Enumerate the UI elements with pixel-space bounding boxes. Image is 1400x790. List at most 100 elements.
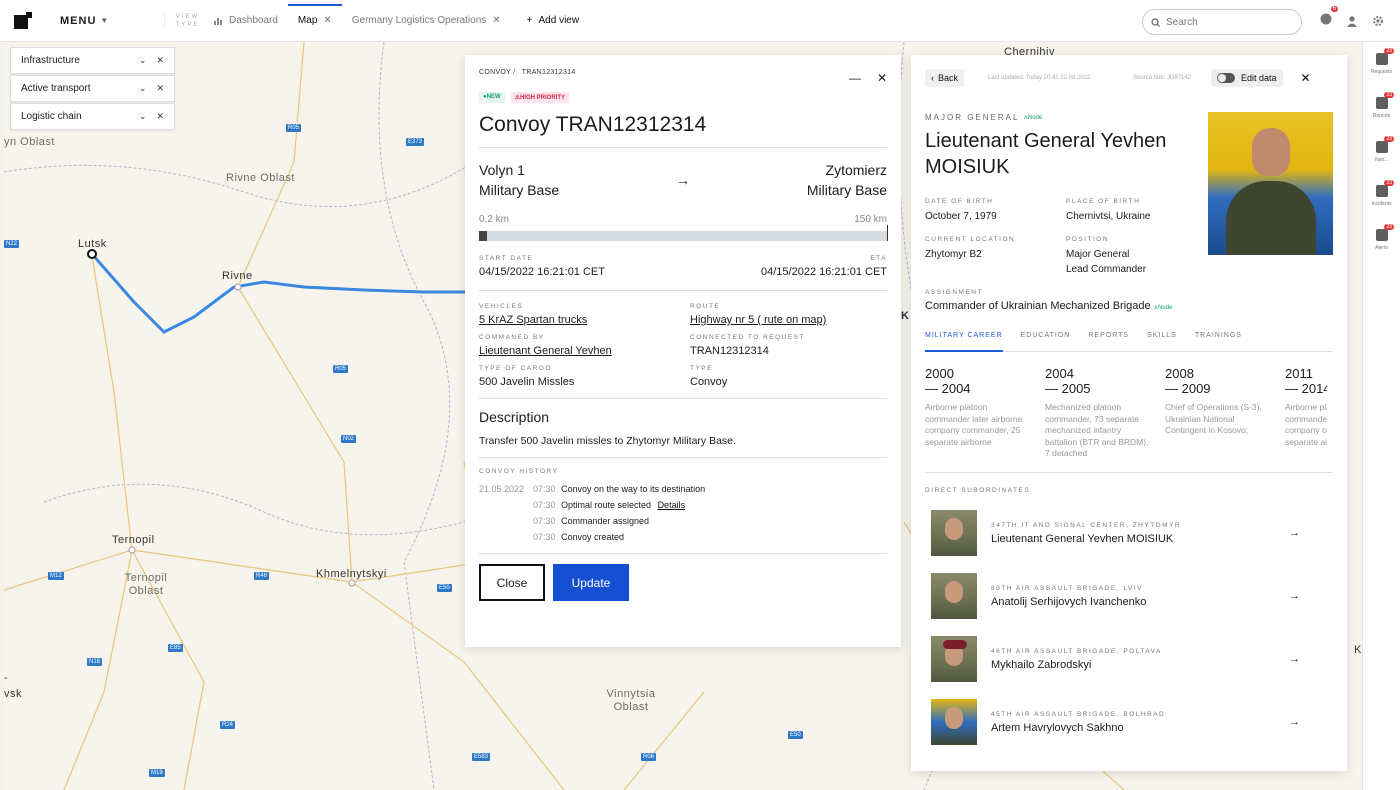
avatar	[931, 573, 977, 619]
back-label: Back	[938, 73, 959, 83]
history-event-text: Optimal route selected	[561, 500, 652, 510]
arrow-right-icon[interactable]: →	[1289, 653, 1300, 665]
subordinate-row[interactable]: 45TH AIR ASSAULT BRIGADE, BOLHRAD Artem …	[925, 691, 1333, 754]
layer-active-transport[interactable]: Active transport ⌄ ✕	[10, 75, 175, 102]
rail-requests[interactable]: 23 Requests	[1363, 42, 1400, 86]
breadcrumb-root[interactable]: CONVOY /	[479, 69, 516, 76]
start-date-label: START DATE	[479, 255, 534, 262]
user-icon[interactable]	[1346, 15, 1358, 27]
rail-label: Incidents	[1371, 201, 1392, 207]
arrow-right-icon[interactable]: →	[1289, 527, 1300, 539]
node-link[interactable]: ⋏Node	[1023, 114, 1042, 121]
person-name: Lieutenant General Yevhen MOISIUK	[925, 128, 1195, 180]
history-time: 07:30	[533, 500, 556, 510]
cargo-value: 500 Javelin Missles	[479, 376, 575, 388]
person-tabs: MILITARY CAREER EDUCATION REPORTS SKILLS…	[925, 332, 1333, 352]
tab-military-career[interactable]: MILITARY CAREER	[925, 332, 1003, 352]
layer-filter-panel: Infrastructure ⌄ ✕ Active transport ⌄ ✕ Lo…	[10, 47, 175, 131]
avatar	[931, 699, 977, 745]
close-icon[interactable]: ✕	[492, 15, 500, 26]
close-icon[interactable]: ✕	[156, 55, 164, 66]
position-line1: Major General	[1066, 249, 1130, 260]
region-label: yn Oblast	[4, 136, 55, 148]
rail-notifications[interactable]: 23 Noti...	[1363, 130, 1400, 174]
tab-dashboard[interactable]: Dashboard	[204, 0, 288, 42]
close-icon[interactable]: ✕	[156, 83, 164, 94]
gear-icon[interactable]	[1372, 15, 1384, 27]
tab-skills[interactable]: SKILLS	[1147, 332, 1177, 351]
menu-button[interactable]: MENU ▼	[44, 15, 164, 27]
node-link[interactable]: ⋏Node	[1154, 305, 1173, 311]
chevron-down-icon[interactable]: ⌄	[139, 55, 147, 66]
layer-logistic-chain[interactable]: Logistic chain ⌄ ✕	[10, 103, 175, 130]
rail-label: Reports	[1372, 113, 1391, 119]
toggle-switch[interactable]	[1217, 73, 1236, 83]
rail-reports[interactable]: 23 Reports	[1363, 86, 1400, 130]
tab-germany-logistics[interactable]: Germany Logistics Operations ✕	[342, 0, 511, 42]
search-input[interactable]	[1166, 16, 1286, 28]
commander-link[interactable]: Lieutenant General Yevhen	[479, 345, 676, 357]
rail-alerts[interactable]: 23 Alerts	[1363, 218, 1400, 262]
subordinate-unit: 80TH AIR ASSAULT BRIGADE, LVIV	[991, 584, 1143, 592]
pob-value: Chernivtsi, Ukraine	[1066, 211, 1151, 222]
rail-label: Alerts	[1375, 245, 1388, 251]
app-logo[interactable]	[0, 0, 44, 42]
back-button[interactable]: ‹ Back	[925, 69, 965, 87]
close-icon[interactable]: ✕	[877, 71, 887, 85]
arrow-right-icon[interactable]: →	[1289, 716, 1300, 728]
minimize-icon[interactable]: —	[849, 71, 861, 85]
career-timeline[interactable]: 2000 — 2004 Airborne platoon commander l…	[925, 366, 1333, 473]
road-shield: R24	[220, 721, 236, 729]
origin-line1: Volyn 1	[479, 162, 525, 178]
career-end: — 2009	[1165, 381, 1211, 396]
close-icon[interactable]: ✕	[156, 111, 164, 122]
vehicles-link[interactable]: 5 KrAZ Spartan trucks	[479, 314, 676, 326]
edit-data-toggle[interactable]: Edit data	[1211, 69, 1283, 87]
person-photo	[1208, 112, 1333, 255]
career-description: Chief of Operations (S-3), Ukrainian Nat…	[1165, 402, 1262, 435]
view-type-label: VIEW TYPE	[164, 12, 204, 29]
search-box[interactable]	[1142, 9, 1302, 35]
career-entry: 2008 — 2009 Chief of Operations (S-3), U…	[1165, 366, 1269, 460]
subordinate-row[interactable]: 347TH IT AND SIGNAL CENTER, ZHYTOMYR Lie…	[925, 502, 1333, 565]
layer-label: Infrastructure	[21, 55, 80, 66]
close-button[interactable]: Close	[479, 564, 545, 601]
arrow-right-icon: →	[676, 172, 690, 188]
chevron-down-icon[interactable]: ⌄	[139, 111, 147, 122]
close-icon[interactable]: ✕	[323, 15, 331, 26]
details-link[interactable]: Details	[658, 500, 686, 510]
close-icon[interactable]: ✕	[1301, 71, 1311, 85]
requests-icon	[1375, 53, 1388, 65]
tab-education[interactable]: EDUCATION	[1021, 332, 1071, 351]
tab-reports[interactable]: REPORTS	[1088, 332, 1129, 351]
update-button[interactable]: Update	[553, 564, 629, 601]
breadcrumb-current: TRAN12312314	[521, 69, 576, 76]
person-panel: ‹ Back Last updated: Today 20:41 22.08.2…	[911, 55, 1347, 771]
route-progress-bar	[479, 225, 888, 241]
career-entry: 2000 — 2004 Airborne platoon commander l…	[925, 366, 1029, 460]
career-start: 2004	[1045, 366, 1074, 381]
top-bar: MENU ▼ VIEW TYPE Dashboard Map ✕ Germany…	[0, 0, 1400, 42]
career-start: 2000	[925, 366, 954, 381]
route-link[interactable]: Highway nr 5 ( rute on map)	[690, 314, 887, 326]
rail-badge: 23	[1384, 92, 1394, 98]
add-view-button[interactable]: + Add view	[511, 15, 579, 26]
tab-map[interactable]: Map ✕	[287, 0, 342, 42]
road-shield: E373	[406, 138, 425, 146]
rail-incidents[interactable]: 23 Incidents	[1363, 174, 1400, 218]
caret-down-icon: ▼	[100, 16, 110, 25]
description-text: Transfer 500 Javelin missles to Zhytomyr…	[479, 435, 736, 447]
cargo-label: TYPE OF CARGO	[479, 365, 552, 372]
notifications-button[interactable]: 6	[1320, 6, 1338, 30]
dates-row: START DATE 04/15/2022 16:21:01 CET ETA 0…	[479, 255, 887, 278]
arrow-right-icon[interactable]: →	[1289, 590, 1300, 602]
chevron-down-icon[interactable]: ⌄	[139, 83, 147, 94]
subordinate-row[interactable]: 80TH AIR ASSAULT BRIGADE, LVIV Anatolij …	[925, 565, 1333, 628]
node-label: Node	[1027, 115, 1043, 121]
subordinate-row[interactable]: 46TH AIR ASSAULT BRIGADE, POLTAVA Mykhai…	[925, 628, 1333, 691]
road-shield: R05	[286, 124, 302, 132]
region-label: Rivne Oblast	[226, 172, 295, 184]
tab-trainings[interactable]: TRAININGS	[1195, 332, 1242, 351]
layer-infrastructure[interactable]: Infrastructure ⌄ ✕	[10, 47, 175, 74]
edit-data-label: Edit data	[1241, 73, 1277, 83]
